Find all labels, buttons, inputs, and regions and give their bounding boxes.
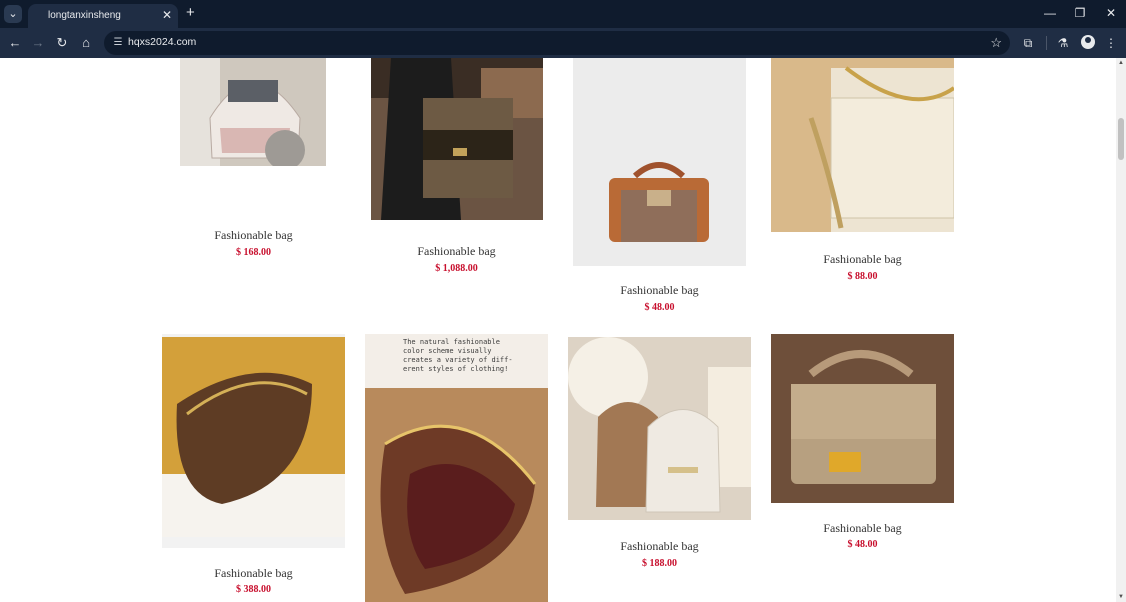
product-image[interactable]: The natural fashionable color scheme vis… xyxy=(365,334,548,602)
plus-icon[interactable]: + xyxy=(186,5,195,21)
page-scrollbar[interactable]: ▲ ▼ xyxy=(1116,58,1126,602)
product-image[interactable] xyxy=(568,337,751,520)
product-name[interactable]: Fashionable bag xyxy=(365,244,548,259)
chevron-down-icon[interactable]: ⌄ xyxy=(4,5,22,23)
product-name[interactable]: Fashionable bag xyxy=(771,252,954,267)
product-image-art xyxy=(771,334,954,503)
star-icon[interactable]: ☆ xyxy=(990,34,1002,52)
product-price: $ 188.00 xyxy=(642,558,677,569)
restore-icon[interactable]: ❐ xyxy=(1069,4,1091,22)
product-image-art xyxy=(568,337,751,520)
browser-toolbar: ← → ↻ ⌂ ☰ hqxs2024.com ☆ ⧉ ⚗ ⋮ xyxy=(0,28,1126,58)
toolbar-divider xyxy=(1046,36,1047,50)
product-price: $ 168.00 xyxy=(236,247,271,258)
product-image-art xyxy=(365,334,548,602)
product-name[interactable]: Fashionable bag xyxy=(568,283,751,298)
product-price: $ 48.00 xyxy=(847,539,878,550)
image-caption-text: The natural fashionable color scheme vis… xyxy=(403,338,513,373)
browser-tab[interactable]: longtanxinsheng ✕ xyxy=(28,4,178,28)
product-image[interactable] xyxy=(371,58,543,220)
url-text[interactable]: hqxs2024.com xyxy=(128,36,196,48)
product-image[interactable] xyxy=(162,334,345,548)
product-image-art xyxy=(573,58,746,266)
kebab-menu-icon[interactable]: ⋮ xyxy=(1102,34,1120,52)
product-price: $ 1,088.00 xyxy=(435,263,478,274)
scrollbar-thumb[interactable] xyxy=(1118,118,1124,160)
product-image-art xyxy=(162,334,345,548)
tune-icon[interactable]: ☰ xyxy=(110,35,126,51)
product-name[interactable]: Fashionable bag xyxy=(568,539,751,554)
arrow-right-icon[interactable]: → xyxy=(29,34,47,52)
tab-strip: ⌄ longtanxinsheng ✕ + — ❐ ✕ xyxy=(0,0,1126,28)
product-image-art xyxy=(371,58,543,220)
product-image[interactable] xyxy=(771,58,954,232)
puzzle-icon[interactable]: ⧉ xyxy=(1019,34,1037,52)
arrow-left-icon[interactable]: ← xyxy=(6,34,24,52)
product-image[interactable] xyxy=(180,58,326,166)
product-price: $ 388.00 xyxy=(236,584,271,595)
product-image[interactable] xyxy=(771,334,954,503)
flask-icon[interactable]: ⚗ xyxy=(1054,34,1072,52)
close-icon[interactable]: ✕ xyxy=(162,8,172,22)
person-icon[interactable] xyxy=(1081,35,1095,49)
product-name[interactable]: Fashionable bag xyxy=(162,566,345,581)
scroll-down-arrow-icon[interactable]: ▼ xyxy=(1116,594,1126,600)
window-close-icon[interactable]: ✕ xyxy=(1100,4,1122,22)
scroll-up-arrow-icon[interactable]: ▲ xyxy=(1116,60,1126,66)
product-name[interactable]: Fashionable bag xyxy=(771,521,954,536)
home-icon[interactable]: ⌂ xyxy=(77,34,95,52)
minimize-icon[interactable]: — xyxy=(1039,4,1061,22)
reload-icon[interactable]: ↻ xyxy=(53,34,71,52)
tab-title: longtanxinsheng xyxy=(48,10,121,21)
product-name[interactable]: Fashionable bag xyxy=(162,228,345,243)
product-price: $ 48.00 xyxy=(644,302,675,313)
product-image[interactable] xyxy=(573,58,746,266)
address-bar[interactable]: ☰ hqxs2024.com ☆ xyxy=(104,31,1010,55)
page-viewport: Fashionable bag $ 168.00 Fashionable bag… xyxy=(0,58,1116,602)
product-image-art xyxy=(180,58,326,166)
product-image-art xyxy=(771,58,954,232)
product-price: $ 88.00 xyxy=(847,271,878,282)
